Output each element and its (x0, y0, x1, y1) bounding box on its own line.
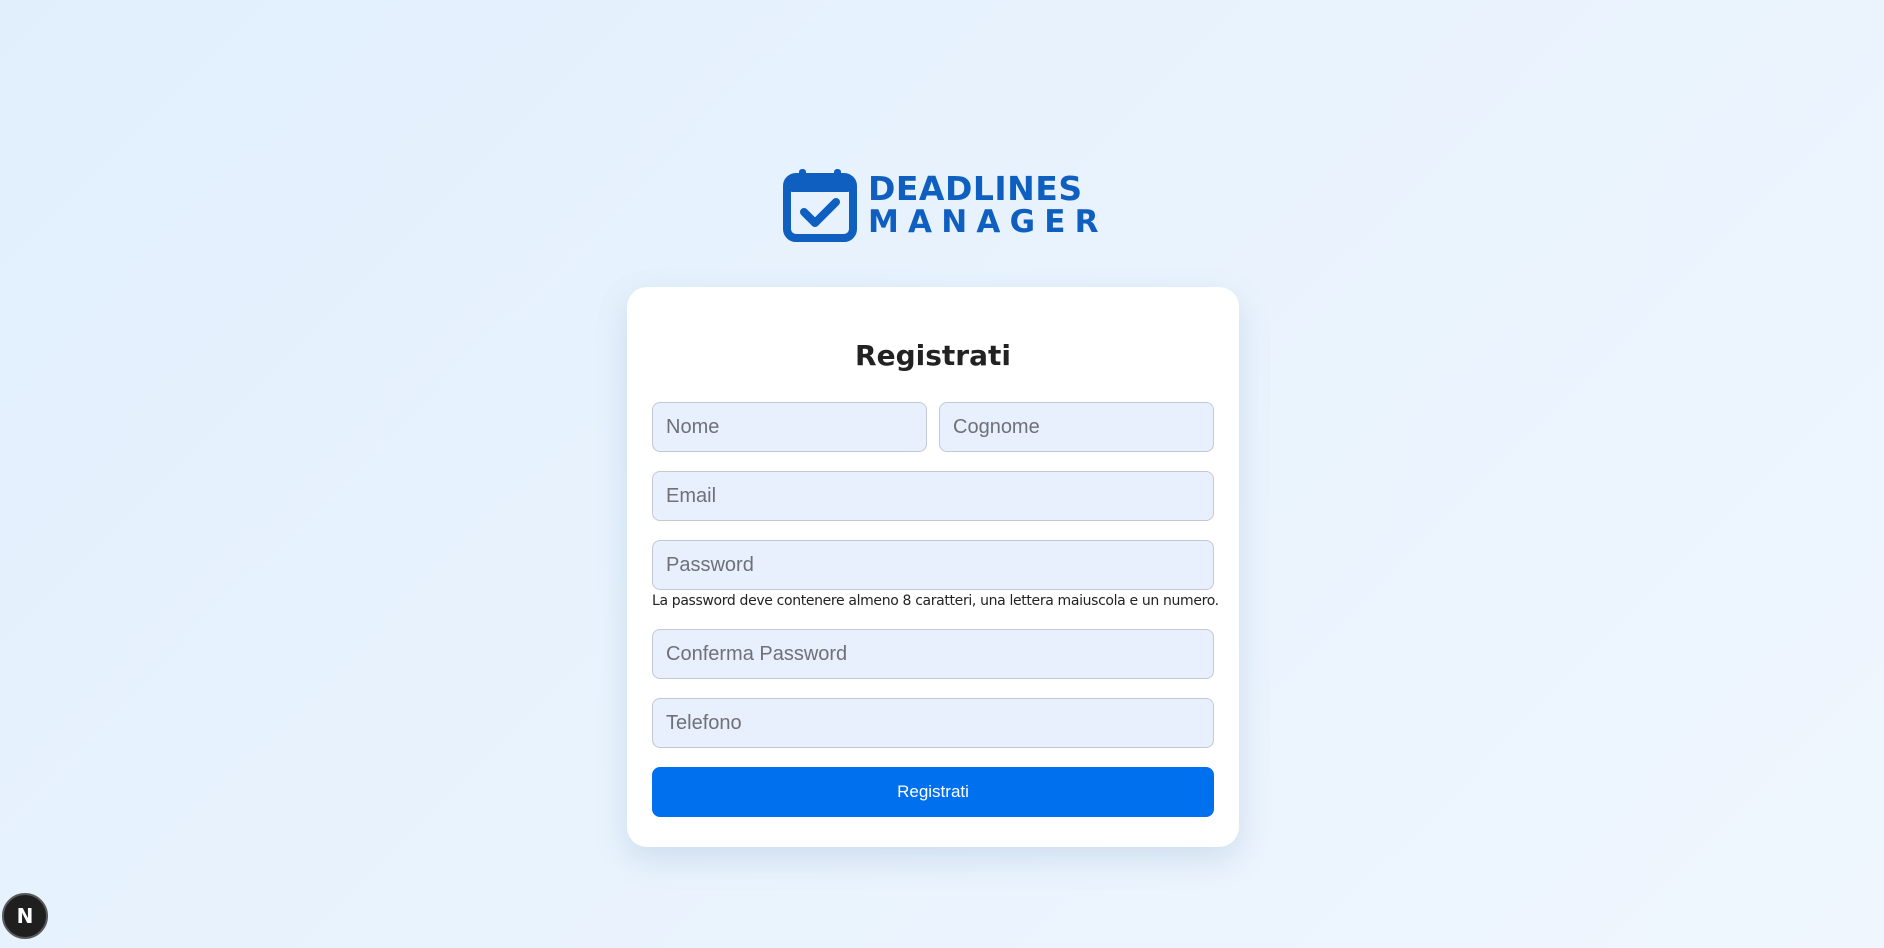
register-button[interactable]: Registrati (652, 767, 1214, 817)
brand-logo: DEADLINES MANAGER (783, 168, 1098, 242)
password-hint: La password deve contenere almeno 8 cara… (652, 593, 1219, 609)
email-input[interactable] (652, 471, 1214, 521)
brand-title: DEADLINES (868, 169, 1083, 208)
phone-input[interactable] (652, 698, 1214, 748)
first-name-input[interactable] (652, 402, 927, 452)
password-input[interactable] (652, 540, 1214, 590)
nextjs-icon: N (16, 904, 34, 928)
form-title: Registrati (855, 339, 1011, 372)
confirm-password-input[interactable] (652, 629, 1214, 679)
brand-wordmark: DEADLINES MANAGER (868, 172, 1108, 238)
calendar-check-icon (783, 169, 857, 242)
register-card: Registrati La password deve contenere al… (627, 287, 1239, 847)
nextjs-dev-badge[interactable]: N (2, 893, 48, 939)
last-name-input[interactable] (939, 402, 1214, 452)
brand-subtitle: MANAGER (868, 204, 1108, 240)
